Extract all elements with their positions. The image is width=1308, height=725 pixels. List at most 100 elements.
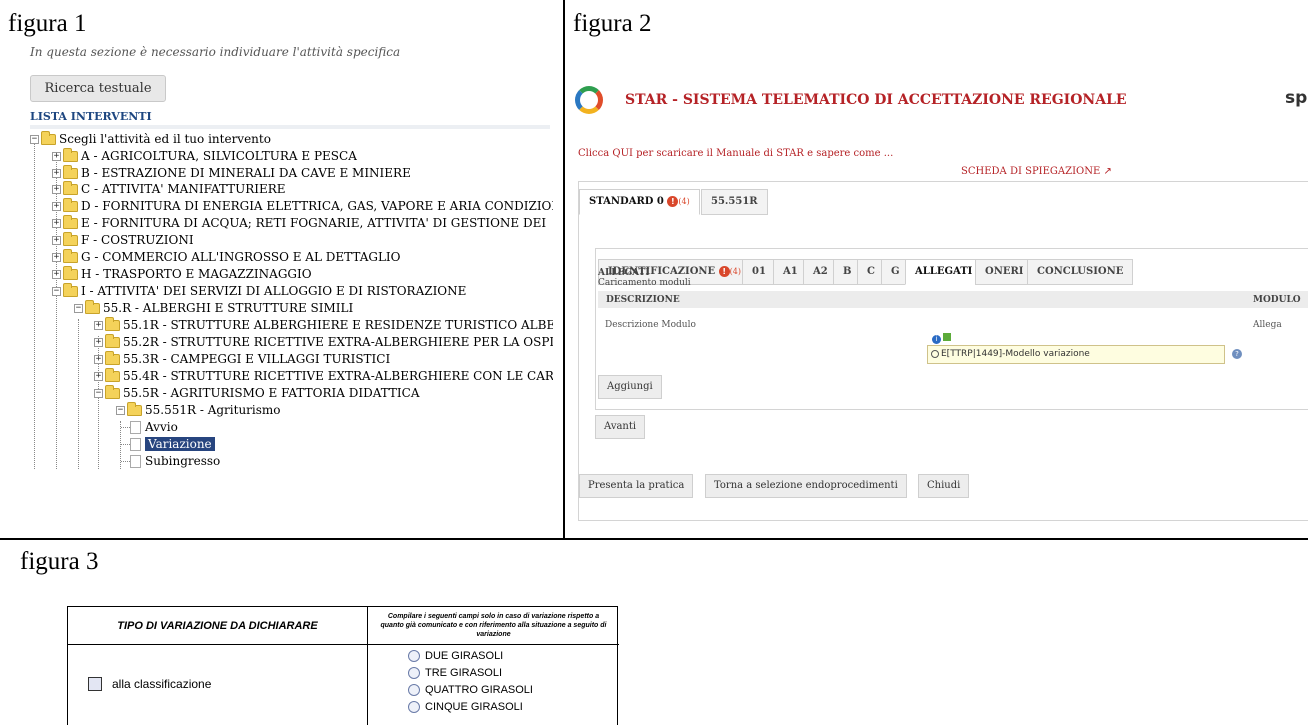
text-search-button[interactable]: Ricerca testuale [30,75,166,102]
expand-icon[interactable]: + [52,184,61,194]
folder-icon [63,265,78,280]
file-field[interactable]: E[TTRP|1449]-Modello variazione [927,345,1225,364]
folder-icon [63,231,78,246]
folder-open-icon [105,384,120,399]
expand-icon[interactable]: + [52,168,61,178]
expand-icon[interactable]: + [52,235,61,245]
expand-icon[interactable]: + [52,218,61,228]
collapse-icon[interactable]: − [30,134,39,144]
document-icon [130,420,141,434]
section-heading: ALLEGATI Caricamento moduli [598,268,691,288]
torna-selezione-button[interactable]: Torna a selezione endoprocedimenti [705,474,907,498]
folder-icon [63,197,78,212]
info-icon[interactable]: i [932,335,941,344]
file-actions: i [932,333,951,344]
radio-icon[interactable] [408,666,420,679]
tree-item-551r[interactable]: +55.1R - STRUTTURE ALBERGHIERE E RESIDEN… [94,316,553,333]
tree-item-553r[interactable]: +55.3R - CAMPEGGI E VILLAGGI TURISTICI [94,350,390,367]
tab-standard-0[interactable]: STANDARD 0 ! (4) [579,189,700,215]
tree-item-root[interactable]: − Scegli l'attività ed il tuo intervento [30,130,271,147]
tree-item-h[interactable]: + H - TRASPORTO E MAGAZZINAGGIO [52,265,312,282]
collapse-icon[interactable]: − [116,405,125,415]
document-icon [130,437,141,451]
figure-2-title: figura 2 [573,10,652,37]
folder-icon [63,214,78,229]
figure-1-title: figura 1 [8,10,87,37]
tree-connector [121,444,130,445]
tab-conclusione[interactable]: CONCLUSIONE [1027,259,1134,285]
download-icon[interactable] [943,333,951,341]
expand-icon[interactable]: + [94,337,103,347]
folder-icon [63,248,78,263]
radio-icon[interactable] [408,649,420,662]
classification-label: alla classificazione [112,677,212,691]
option-cinque-girasoli[interactable]: CINQUE GIRASOLI [408,698,533,715]
tree-item-e[interactable]: + E - FORNITURA DI ACQUA; RETI FOGNARIE, … [52,214,546,231]
radio-icon[interactable] [408,700,420,713]
tree-item-d[interactable]: + D - FORNITURA DI ENERGIA ELETTRICA, GAS… [52,197,553,214]
folder-open-icon [85,299,100,314]
radio-icon[interactable] [408,683,420,696]
aggiungi-button[interactable]: Aggiungi [598,375,662,399]
tree-item-avvio[interactable]: Avvio [130,419,178,435]
collapse-icon[interactable]: − [74,303,83,313]
tree-item-i[interactable]: − I - ATTIVITA' DEI SERVIZI DI ALLOGGIO E… [52,282,466,299]
tree-item-55r[interactable]: −55.R - ALBERGHI E STRUTTURE SIMILI [74,299,353,316]
avanti-button[interactable]: Avanti [595,415,646,439]
star-logo-icon [575,86,603,114]
tree-connector [121,461,130,462]
tree-item-55551r[interactable]: −55.551R - Agriturismo [116,401,281,418]
col-modulo: MODULO [1253,295,1301,305]
option-due-girasoli[interactable]: DUE GIRASOLI [408,647,533,664]
chiudi-button[interactable]: Chiudi [918,474,970,498]
app-title: STAR - SISTEMA TELEMATICO DI ACCETTAZION… [625,92,1127,108]
tree-item-a[interactable]: + A - AGRICOLTURA, SILVICOLTURA E PESCA [52,147,357,164]
tab-01[interactable]: 01 [742,259,776,285]
tree-item-g[interactable]: + G - COMMERCIO ALL'INGROSSO E AL DETTAGL… [52,248,401,265]
tree-connector [121,427,130,428]
collapse-icon[interactable]: − [94,388,103,398]
tree-guide [78,319,79,469]
tab-oneri[interactable]: ONERI [975,259,1034,285]
expand-icon[interactable]: + [52,201,61,211]
expand-icon[interactable]: + [94,320,103,330]
tab-55551r[interactable]: 55.551R [701,189,768,215]
folder-open-icon [63,282,78,297]
tab-allegati[interactable]: ALLEGATI [905,259,983,285]
scheda-link[interactable]: SCHEDA DI SPIEGAZIONE ↗ [961,166,1112,177]
option-tre-girasoli[interactable]: TRE GIRASOLI [408,664,533,681]
folder-icon [105,316,120,331]
expand-icon[interactable]: + [94,354,103,364]
tree-item-554r[interactable]: +55.4R - STRUTTURE RICETTIVE EXTRA-ALBER… [94,367,553,384]
girasoli-options: DUE GIRASOLI TRE GIRASOLI QUATTRO GIRASO… [408,647,533,715]
tree-item-subingresso[interactable]: Subingresso [130,453,220,469]
figure-2-panel: figura 2 STAR - SISTEMA TELEMATICO DI AC… [565,0,1308,540]
figure-3-panel: figura 3 TIPO DI VARIAZIONE DA DICHIARAR… [0,540,1308,725]
manual-link[interactable]: Clicca QUI per scaricare il Manuale di S… [578,148,893,159]
expand-icon[interactable]: + [94,371,103,381]
tree-item-f[interactable]: + F - COSTRUZIONI [52,231,194,248]
presenta-pratica-button[interactable]: Presenta la pratica [579,474,694,498]
tree-item-555r[interactable]: −55.5R - AGRITURISMO E FATTORIA DIDATTIC… [94,384,420,401]
option-quattro-girasoli[interactable]: QUATTRO GIRASOLI [408,681,533,698]
folder-icon [105,333,120,348]
tree-item-552r[interactable]: +55.2R - STRUTTURE RICETTIVE EXTRA-ALBER… [94,333,553,350]
variation-table: TIPO DI VARIAZIONE DA DICHIARARE Compila… [67,606,619,725]
expand-icon[interactable]: + [52,269,61,279]
tree-item-variazione[interactable]: Variazione [130,436,215,452]
expand-icon[interactable]: + [52,252,61,262]
col-tipo-variazione: TIPO DI VARIAZIONE DA DICHIARARE [68,607,368,645]
tree-guide [34,139,35,469]
table-header: DESCRIZIONE MODULO [598,291,1308,308]
allega-link[interactable]: Allega [1253,320,1282,330]
classification-cell: alla classificazione [68,645,368,725]
tree-item-c[interactable]: + C - ATTIVITA' MANIFATTURIERE [52,180,286,197]
tree-item-b[interactable]: + B - ESTRAZIONE DI MINERALI DA CAVE E MI… [52,164,411,181]
app-title-right: sp [1285,88,1308,108]
help-icon[interactable]: ? [1232,349,1242,359]
expand-icon[interactable]: + [52,151,61,161]
col-descrizione: DESCRIZIONE [606,295,680,305]
folder-icon [105,367,120,382]
classification-checkbox[interactable] [88,677,102,691]
collapse-icon[interactable]: − [52,286,61,296]
